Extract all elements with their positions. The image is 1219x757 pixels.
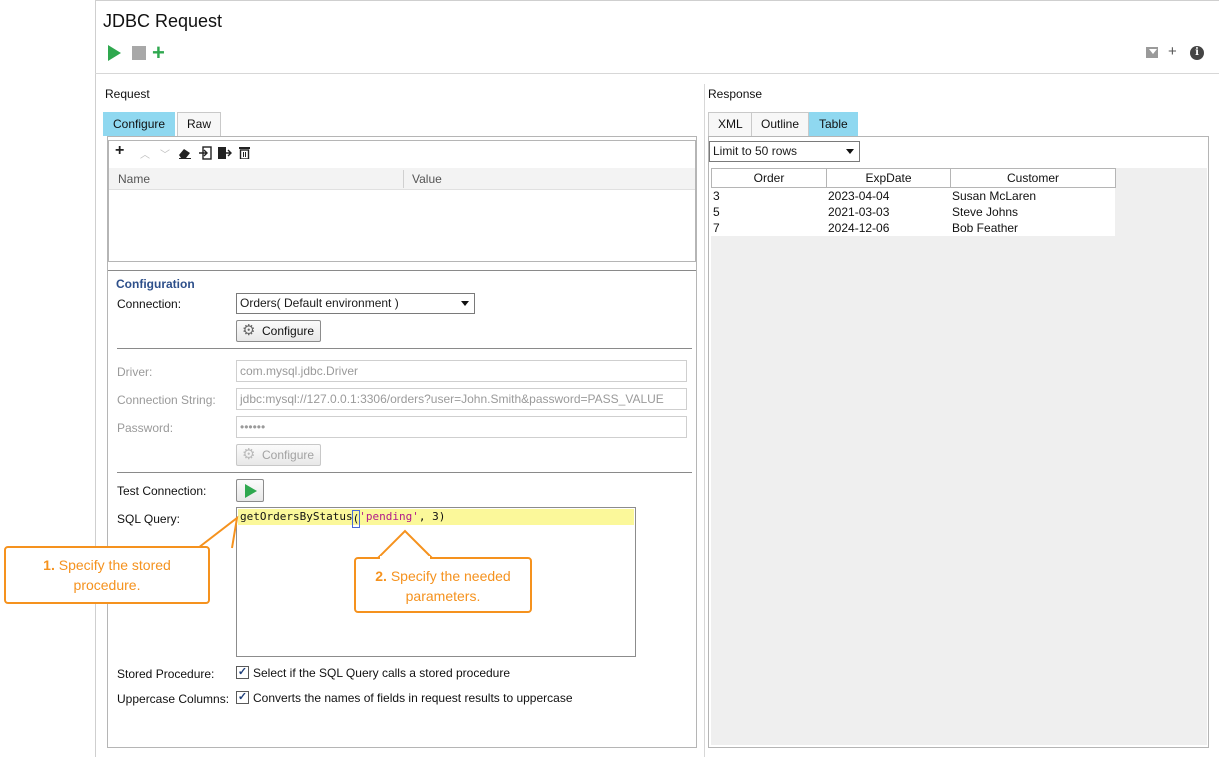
cell-customer-1: Susan McLaren bbox=[950, 188, 1115, 204]
callout-specify-parameters: 2. Specify the needed parameters. bbox=[354, 557, 532, 613]
gear-icon: ⚙ bbox=[242, 322, 256, 339]
column-order[interactable]: Order bbox=[711, 168, 827, 188]
sql-query-line: getOrdersByStatus('pending', 3) bbox=[238, 509, 634, 528]
connection-value: Orders( Default environment ) bbox=[240, 296, 399, 310]
import-icon[interactable] bbox=[199, 146, 212, 160]
tab-configure[interactable]: Configure bbox=[103, 112, 176, 136]
callout-2-line1: Specify the needed bbox=[386, 568, 511, 584]
cell-order-2: 5 bbox=[711, 204, 826, 220]
move-down-icon[interactable]: ﹀ bbox=[160, 149, 170, 163]
filter-icon[interactable] bbox=[1146, 46, 1160, 59]
configure-button-label: Configure bbox=[262, 324, 315, 338]
tab-raw[interactable]: Raw bbox=[177, 112, 222, 136]
sql-rest: , 3) bbox=[418, 510, 446, 523]
config-divider-2 bbox=[117, 472, 692, 473]
uppercase-columns-checkbox[interactable]: ✓ bbox=[236, 691, 249, 704]
stored-procedure-text: Select if the SQL Query calls a stored p… bbox=[253, 666, 511, 680]
cell-customer-3: Bob Feather bbox=[950, 220, 1115, 236]
cell-expdate-1: 2023-04-04 bbox=[826, 188, 950, 204]
password-label: Password: bbox=[117, 421, 174, 435]
stored-procedure-label: Stored Procedure: bbox=[117, 667, 215, 681]
chevron-down-icon bbox=[461, 301, 469, 306]
results-grid-background bbox=[711, 168, 1207, 745]
column-customer[interactable]: Customer bbox=[950, 168, 1116, 188]
chevron-down-icon bbox=[846, 149, 854, 154]
tab-xml[interactable]: XML bbox=[708, 112, 753, 136]
column-value: Value bbox=[412, 172, 442, 186]
split-divider[interactable] bbox=[704, 84, 705, 757]
cell-order-1: 3 bbox=[711, 188, 826, 204]
callout-2-line2: parameters. bbox=[405, 588, 481, 604]
callout-1-line1: Specify the stored bbox=[54, 557, 171, 573]
play-icon bbox=[245, 484, 257, 498]
eraser-icon[interactable] bbox=[178, 147, 192, 159]
driver-label: Driver: bbox=[117, 365, 153, 379]
tab-table[interactable]: Table bbox=[809, 112, 858, 136]
params-panel bbox=[108, 140, 696, 262]
password-field: •••••• bbox=[236, 416, 687, 438]
callout-2-number: 2. bbox=[375, 568, 387, 584]
callout-pointer-2-cover bbox=[380, 556, 430, 559]
gear-icon: ⚙ bbox=[242, 446, 256, 463]
stored-procedure-checkbox[interactable]: ✓ bbox=[236, 666, 249, 679]
request-label: Request bbox=[105, 87, 150, 101]
test-connection-label: Test Connection: bbox=[117, 484, 207, 498]
page-title: JDBC Request bbox=[103, 11, 223, 31]
tab-outline[interactable]: Outline bbox=[751, 112, 810, 136]
configuration-heading: Configuration bbox=[116, 277, 195, 291]
cell-order-3: 7 bbox=[711, 220, 826, 236]
driver-field: com.mysql.jdbc.Driver bbox=[236, 360, 687, 382]
limit-rows-select[interactable]: Limit to 50 rows bbox=[709, 141, 860, 162]
column-expdate[interactable]: ExpDate bbox=[826, 168, 951, 188]
callout-1-line2: procedure. bbox=[73, 577, 141, 593]
connection-string-label: Connection String: bbox=[117, 393, 216, 407]
stop-icon[interactable] bbox=[132, 46, 146, 60]
uppercase-columns-text: Converts the names of fields in request … bbox=[253, 691, 573, 705]
connection-string-field: jdbc:mysql://127.0.0.1:3306/orders?user=… bbox=[236, 388, 687, 410]
config-divider-1 bbox=[117, 348, 692, 349]
sql-string-arg: 'pending' bbox=[359, 510, 419, 523]
add-icon[interactable]: + bbox=[1168, 44, 1177, 60]
play-icon[interactable] bbox=[108, 45, 121, 61]
cell-expdate-2: 2021-03-03 bbox=[826, 204, 950, 220]
test-connection-button[interactable] bbox=[236, 479, 264, 502]
column-name: Name bbox=[118, 172, 151, 186]
configure-button-disabled: ⚙ Configure bbox=[236, 444, 321, 466]
delete-icon[interactable] bbox=[239, 146, 250, 159]
limit-rows-value: Limit to 50 rows bbox=[713, 144, 798, 158]
params-divider bbox=[108, 270, 696, 271]
add-param-icon[interactable]: + bbox=[115, 143, 124, 159]
uppercase-columns-label: Uppercase Columns: bbox=[117, 692, 230, 706]
callout-1-number: 1. bbox=[43, 557, 55, 573]
cell-expdate-3: 2024-12-06 bbox=[826, 220, 950, 236]
export-icon[interactable] bbox=[217, 146, 232, 160]
response-label: Response bbox=[708, 87, 763, 101]
callout-specify-procedure: 1. Specify the stored procedure. bbox=[4, 546, 210, 604]
info-icon[interactable]: i bbox=[1190, 46, 1204, 60]
cell-customer-2: Steve Johns bbox=[950, 204, 1115, 220]
configure-button[interactable]: ⚙ Configure bbox=[236, 320, 321, 342]
configure-button-disabled-label: Configure bbox=[262, 448, 315, 462]
params-table-header: Name Value bbox=[109, 168, 695, 190]
connection-select[interactable]: Orders( Default environment ) bbox=[236, 293, 475, 314]
connection-label: Connection: bbox=[117, 297, 182, 311]
plus-icon[interactable]: + bbox=[152, 42, 165, 64]
move-up-icon[interactable]: ︿ bbox=[140, 149, 150, 163]
header-divider bbox=[95, 73, 1219, 74]
